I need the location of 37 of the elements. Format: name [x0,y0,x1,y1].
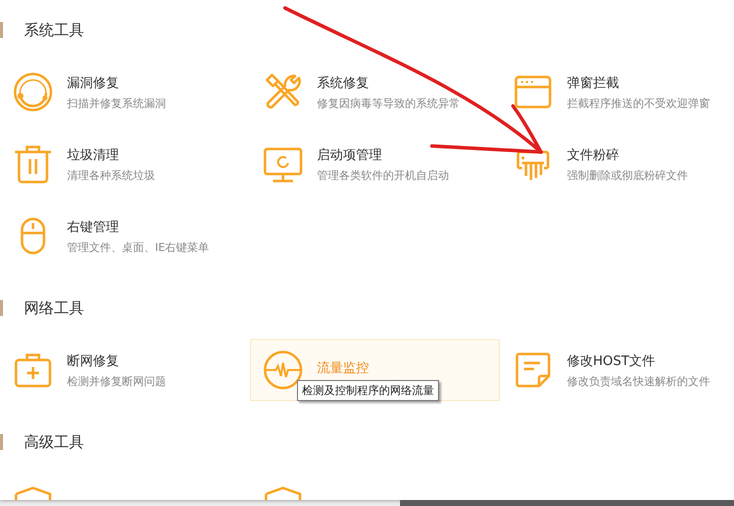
tool-title: 修改HOST文件 [567,352,656,370]
tool-title: 漏洞修复 [67,74,120,92]
tool-title: 文件粉碎 [567,146,620,164]
tool-item[interactable]: 断网修复 检测并修复断网问题 [0,339,250,401]
tool-description: 扫描并修复系统漏洞 [67,96,166,110]
tool-title: 断网修复 [67,352,120,370]
tool-item[interactable]: 流量监控 检测及控制程序的网络流量 [250,339,500,401]
tool-item[interactable]: 垃圾清理 清理各种系统垃圾 [0,133,250,195]
tool-item[interactable]: 漏洞修复 扫描并修复系统漏洞 [0,61,250,123]
section-title: 网络工具 [24,298,84,318]
tool-item[interactable]: 弹窗拦截 拦截程序推送的不受欢迎弹窗 [500,61,734,123]
tool-description: 修复因病毒等导致的系统异常 [317,96,460,110]
tool-title: 垃圾清理 [67,146,120,164]
section-title: 高级工具 [24,432,84,452]
tool-title: 弹窗拦截 [567,74,620,92]
note-icon [513,350,553,390]
tool-item[interactable]: 文件粉碎 强制删除或彻底粉碎文件 [500,133,734,195]
tool-description: 清理各种系统垃圾 [67,168,155,182]
tool-description: 修改负责域名快速解析的文件 [567,374,710,388]
tool-title: 启动项管理 [317,146,383,164]
tool-description: 管理各类软件的开机自启动 [317,168,449,182]
tool-description: 强制删除或彻底粉碎文件 [567,168,688,182]
tool-item[interactable]: 系统修复 修复因病毒等导致的系统异常 [250,61,500,123]
tooltip: 检测及控制程序的网络流量 [297,380,439,401]
tool-description: 检测并修复断网问题 [67,374,166,388]
circle-arrows-icon [13,72,53,112]
tool-title: 右键管理 [67,218,120,236]
tool-item[interactable]: 启动项管理 管理各类软件的开机自启动 [250,133,500,195]
tool-title: 流量监控 [317,360,369,377]
tool-description: 管理文件、桌面、IE右键菜单 [67,240,210,254]
tool-item[interactable]: 右键管理 管理文件、桌面、IE右键菜单 [0,205,250,267]
tool-item[interactable]: 修改HOST文件 修改负责域名快速解析的文件 [500,339,734,401]
section-title: 系统工具 [24,20,84,40]
tool-title: 系统修复 [317,74,370,92]
trash-icon [13,144,53,184]
tool-description: 拦截程序推送的不受欢迎弹窗 [567,96,710,110]
pulse-icon [263,350,303,390]
